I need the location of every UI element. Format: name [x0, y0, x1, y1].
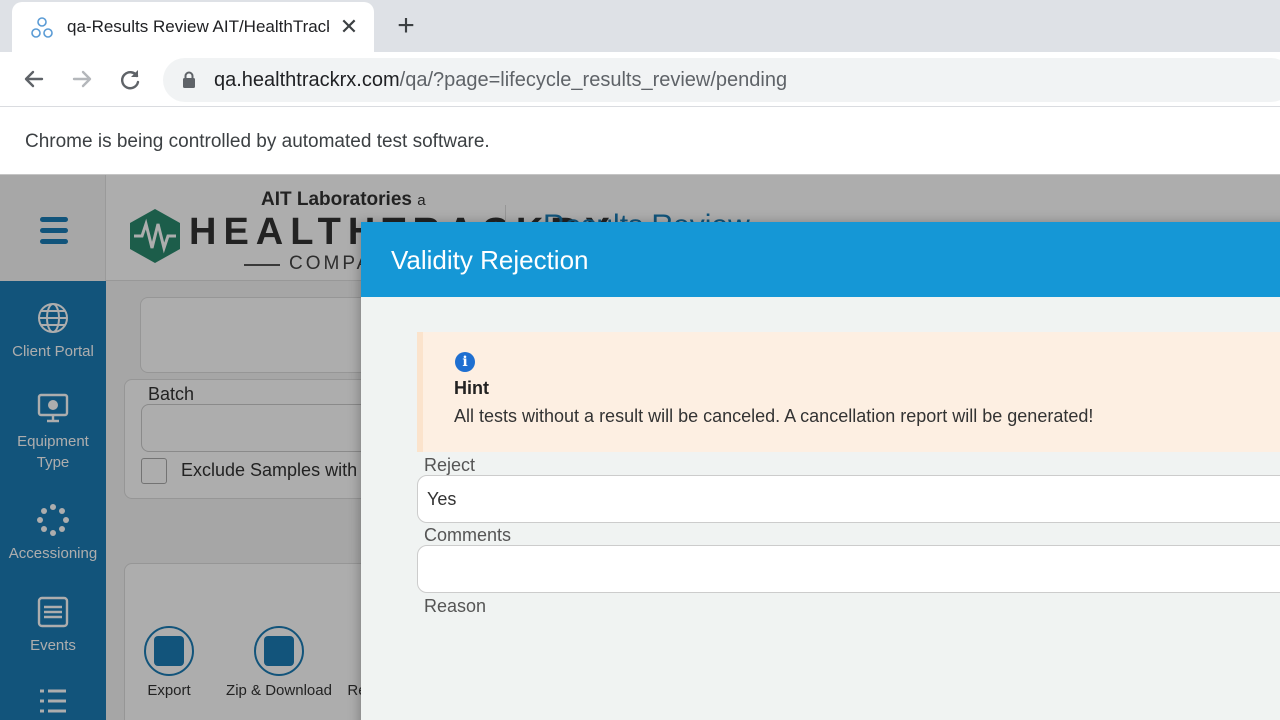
tab-title: qa-Results Review AIT/HealthTrackRx — [67, 17, 329, 36]
tab-strip: qa-Results Review AIT/HealthTrackRx ✕ + — [0, 0, 1280, 52]
reject-field[interactable]: Yes — [417, 475, 1280, 523]
new-tab-button[interactable]: + — [392, 11, 420, 41]
forward-arrow-icon[interactable] — [68, 65, 96, 93]
info-icon: i — [455, 352, 475, 372]
back-arrow-icon[interactable] — [20, 65, 48, 93]
modal-title: Validity Rejection — [391, 245, 589, 275]
modal-header: Validity Rejection — [361, 222, 1280, 297]
reload-icon[interactable] — [116, 65, 144, 93]
lock-icon[interactable] — [182, 71, 196, 89]
url-host: qa.healthtrackrx.com — [214, 69, 400, 91]
automation-infobar: Chrome is being controlled by automated … — [0, 107, 1280, 175]
app-favicon-icon — [31, 17, 53, 38]
address-bar[interactable]: qa.healthtrackrx.com/qa/?page=lifecycle_… — [163, 58, 1280, 102]
hint-box: i Hint All tests without a result will b… — [417, 332, 1280, 452]
browser-tab[interactable]: qa-Results Review AIT/HealthTrackRx ✕ — [12, 2, 374, 52]
hint-text: All tests without a result will be cance… — [454, 406, 1094, 426]
hint-title: Hint — [454, 378, 489, 398]
url-path: /qa/?page=lifecycle_results_review/pendi… — [399, 69, 788, 91]
url-text[interactable]: qa.healthtrackrx.com/qa/?page=lifecycle_… — [214, 69, 787, 92]
reject-label: Reject — [424, 455, 476, 475]
tab-close-icon[interactable]: ✕ — [339, 16, 359, 38]
validity-rejection-modal: Validity Rejection i Hint All tests with… — [361, 222, 1280, 720]
reject-value: Yes — [427, 489, 457, 509]
comments-field[interactable] — [417, 545, 1280, 593]
comments-label: Comments — [424, 525, 512, 545]
reason-label: Reason — [424, 596, 487, 616]
infobar-text: Chrome is being controlled by automated … — [25, 131, 490, 152]
browser-toolbar: qa.healthtrackrx.com/qa/?page=lifecycle_… — [0, 52, 1280, 107]
